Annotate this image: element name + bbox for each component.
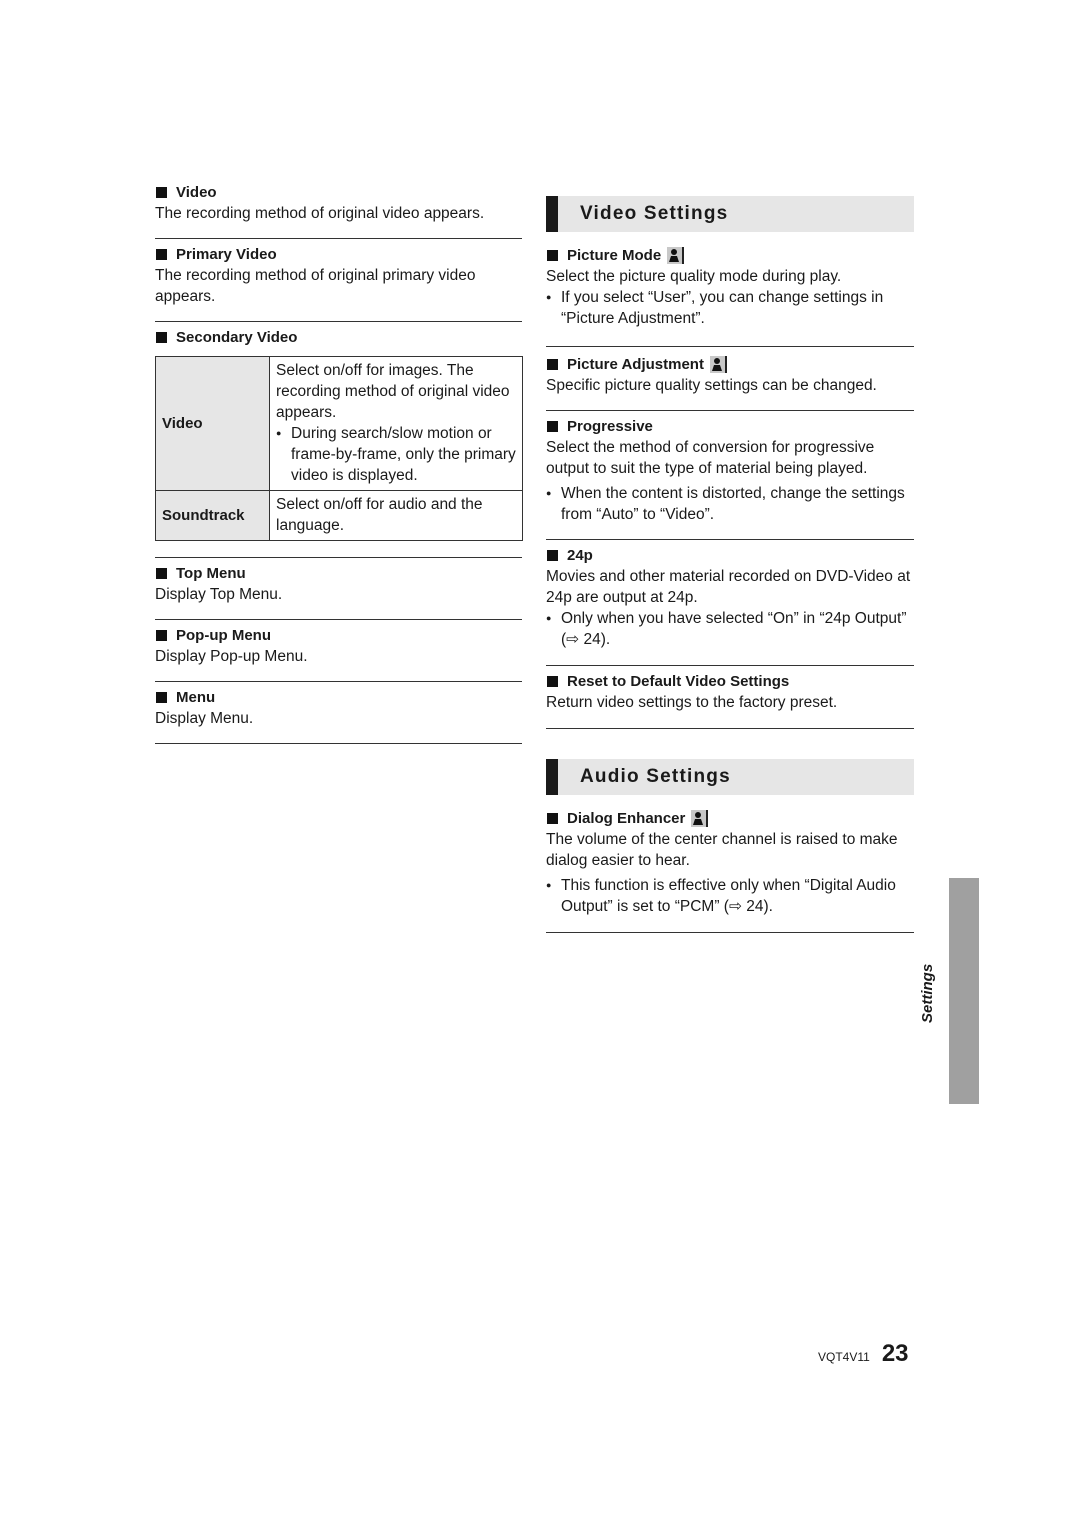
item-title: Picture Adjustment: [567, 356, 704, 373]
item-text: Specific picture quality settings can be…: [546, 377, 877, 394]
header-bar: [546, 196, 558, 232]
picture-adjustment-item: Picture Adjustment Specific picture qual…: [546, 354, 914, 396]
row-text: Select on/off for audio and the language…: [269, 490, 523, 541]
square-bullet-icon: [156, 187, 167, 198]
menu-item: Menu Display Menu.: [155, 687, 522, 729]
divider: [155, 321, 522, 322]
divider: [155, 557, 522, 558]
item-text: The recording method of original primary…: [155, 267, 476, 305]
popup-menu-item: Pop-up Menu Display Pop-up Menu.: [155, 625, 522, 667]
item-title: Dialog Enhancer: [567, 810, 686, 827]
divider: [155, 681, 522, 682]
secondary-video-table: Video Select on/off for images. The reco…: [155, 356, 523, 541]
document-code: VQT4V11: [818, 1350, 870, 1364]
item-title: Video: [176, 184, 217, 201]
person-icon: [709, 356, 727, 373]
item-title: 24p: [567, 547, 593, 564]
row-text: Select on/off for images. The recording …: [276, 362, 510, 421]
item-text: The recording method of original video a…: [155, 205, 485, 222]
section-side-tab: [949, 878, 979, 1104]
item-text: The volume of the center channel is rais…: [546, 831, 898, 869]
divider: [155, 743, 522, 744]
item-text: Display Pop-up Menu.: [155, 648, 308, 665]
square-bullet-icon: [156, 568, 167, 579]
divider: [155, 238, 522, 239]
item-title: Progressive: [567, 418, 653, 435]
item-bullet: When the content is distorted, change th…: [546, 483, 914, 525]
item-bullet: Only when you have selected “On” in “24p…: [546, 608, 914, 650]
person-icon: [667, 247, 685, 264]
item-text: Return video settings to the factory pre…: [546, 694, 838, 711]
picture-mode-item: Picture Mode Select the picture quality …: [546, 245, 914, 329]
divider: [546, 539, 914, 540]
item-title: Picture Mode: [567, 247, 662, 264]
square-bullet-icon: [547, 813, 558, 824]
item-text: Display Top Menu.: [155, 586, 283, 603]
side-tab-label: Settings: [919, 963, 936, 1023]
audio-settings-header: Audio Settings: [546, 759, 914, 795]
square-bullet-icon: [547, 250, 558, 261]
row-label: Video: [155, 356, 270, 491]
item-text: Select the picture quality mode during p…: [546, 268, 842, 285]
item-title: Menu: [176, 689, 216, 706]
left-column: Video The recording method of original v…: [155, 182, 523, 744]
item-title: Primary Video: [176, 246, 277, 263]
section-title: Video Settings: [580, 203, 729, 224]
table-row: Video Select on/off for images. The reco…: [155, 356, 523, 491]
divider: [546, 410, 914, 411]
square-bullet-icon: [547, 676, 558, 687]
dialog-enhancer-item: Dialog Enhancer The volume of the center…: [546, 808, 914, 917]
video-settings-header: Video Settings: [546, 196, 914, 232]
item-title: Top Menu: [176, 565, 246, 582]
divider: [546, 932, 914, 933]
item-text: Movies and other material recorded on DV…: [546, 568, 911, 606]
section-title: Audio Settings: [580, 766, 731, 787]
secondary-video-item: Secondary Video Video Select on/off for …: [155, 327, 523, 541]
right-column: Video Settings Picture Mode Select the p…: [546, 196, 914, 933]
page-footer: VQT4V11 23: [818, 1340, 909, 1368]
square-bullet-icon: [547, 550, 558, 561]
divider: [546, 665, 914, 666]
table-row: Soundtrack Select on/off for audio and t…: [155, 490, 523, 541]
primary-video-item: Primary Video The recording method of or…: [155, 244, 522, 307]
square-bullet-icon: [156, 630, 167, 641]
item-text: Select the method of conversion for prog…: [546, 439, 875, 477]
item-title: Secondary Video: [176, 329, 298, 346]
square-bullet-icon: [547, 421, 558, 432]
item-bullet: This function is effective only when “Di…: [546, 875, 914, 917]
item-title: Pop-up Menu: [176, 627, 271, 644]
item-title: Reset to Default Video Settings: [567, 673, 790, 690]
square-bullet-icon: [547, 359, 558, 370]
reset-item: Reset to Default Video Settings Return v…: [546, 671, 914, 713]
item-bullet: If you select “User”, you can change set…: [546, 287, 914, 329]
row-label: Soundtrack: [155, 490, 270, 541]
page-number: 23: [881, 1340, 909, 1367]
row-bullet: During search/slow motion or frame-by-fr…: [276, 423, 516, 486]
top-menu-item: Top Menu Display Top Menu.: [155, 563, 522, 605]
video-item: Video The recording method of original v…: [155, 182, 522, 224]
divider: [155, 619, 522, 620]
item-text: Display Menu.: [155, 710, 254, 727]
square-bullet-icon: [156, 692, 167, 703]
square-bullet-icon: [156, 332, 167, 343]
divider: [546, 728, 914, 729]
p24-item: 24p Movies and other material recorded o…: [546, 545, 914, 650]
progressive-item: Progressive Select the method of convers…: [546, 416, 914, 525]
square-bullet-icon: [156, 249, 167, 260]
divider: [546, 346, 914, 347]
person-icon: [691, 810, 709, 827]
header-bar: [546, 759, 558, 795]
